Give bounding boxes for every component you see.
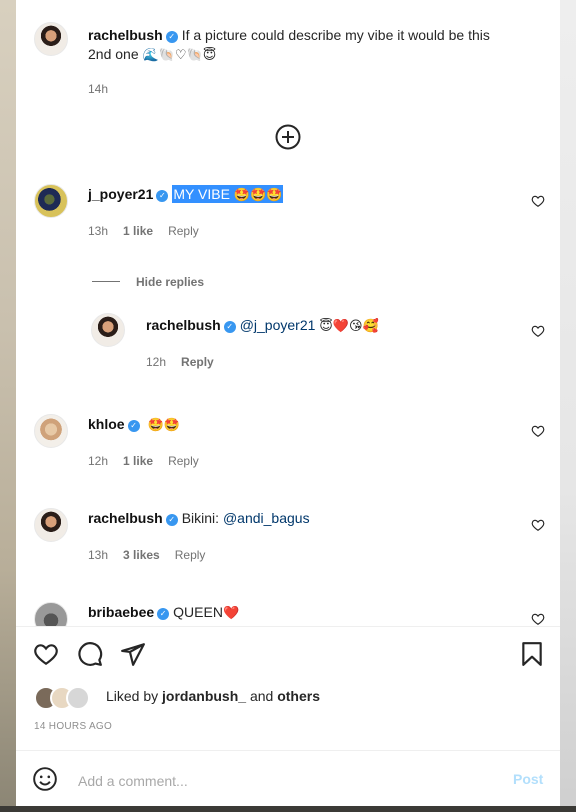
comment-username[interactable]: j_poyer21 xyxy=(88,186,153,202)
post-button[interactable]: Post xyxy=(513,771,543,787)
liker-avatar[interactable] xyxy=(66,686,90,710)
verified-badge-icon: ✓ xyxy=(165,514,178,526)
comment-meta: 12h 1 like Reply xyxy=(88,454,199,468)
comment-emojis: ❤️ xyxy=(222,606,240,621)
comment-username[interactable]: bribaebee xyxy=(88,604,154,620)
reply-emojis: 😇❤️😘🥰 xyxy=(319,319,379,334)
hide-replies-button[interactable]: Hide replies xyxy=(136,275,219,289)
comment-like-heart-icon[interactable] xyxy=(531,518,545,532)
reply-button[interactable]: Reply xyxy=(168,224,199,238)
caption: rachelbush ✓ If a picture could describe m… xyxy=(88,26,548,65)
verified-badge-icon: ✓ xyxy=(223,321,236,333)
emoji-icon[interactable] xyxy=(32,766,58,792)
heart-icon[interactable] xyxy=(33,641,59,667)
comment-text: MY VIBE 🤩🤩🤩 xyxy=(172,185,284,203)
background-left xyxy=(0,0,16,812)
avatar[interactable] xyxy=(34,508,68,542)
liked-by-others[interactable]: others xyxy=(277,688,320,704)
comment-text-row: bribaebee ✓ QUEEN❤️ xyxy=(88,603,239,623)
verified-badge-icon: ✓ xyxy=(127,420,140,432)
comment-like-heart-icon[interactable] xyxy=(531,612,545,626)
comment-icon[interactable] xyxy=(77,641,103,667)
comment-likes[interactable]: 1 like xyxy=(123,454,153,468)
send-icon[interactable] xyxy=(120,641,146,667)
comment-username[interactable]: rachelbush xyxy=(88,510,163,526)
comment-likes[interactable]: 1 like xyxy=(123,224,153,238)
comment-text-row: khloe ✓ 🤩🤩 xyxy=(88,415,180,435)
divider xyxy=(16,750,560,751)
liked-by-user[interactable]: jordanbush_ xyxy=(162,688,246,704)
background-bottom xyxy=(0,806,576,812)
bookmark-icon[interactable] xyxy=(519,641,545,667)
comments-scroll[interactable]: rachelbush ✓ If a picture could describe m… xyxy=(16,0,560,626)
verified-badge-icon: ✓ xyxy=(165,31,178,43)
caption-text-2: 2nd one xyxy=(88,46,139,62)
comment-like-heart-icon[interactable] xyxy=(531,194,545,208)
comment-emojis: 🤩🤩 xyxy=(147,418,180,433)
comment-meta: 13h 1 like Reply xyxy=(88,224,199,238)
avatar[interactable] xyxy=(34,22,68,56)
hide-replies-divider xyxy=(92,281,120,282)
reply-button[interactable]: Reply xyxy=(175,548,206,562)
post-time: 14 HOURS AGO xyxy=(34,721,113,732)
verified-badge-icon: ✓ xyxy=(157,608,170,620)
caption-time: 14h xyxy=(88,82,109,96)
reply-meta: 12h Reply xyxy=(146,355,214,369)
verified-badge-icon: ✓ xyxy=(156,190,169,202)
comment-text: QUEEN xyxy=(173,604,223,620)
reply-button[interactable]: Reply xyxy=(181,355,214,369)
comment-likes[interactable]: 3 likes xyxy=(123,548,160,562)
avatar[interactable] xyxy=(34,414,68,448)
comment-mention[interactable]: @andi_bagus xyxy=(223,510,310,526)
divider xyxy=(16,626,560,627)
comment-text: Bikini: xyxy=(181,510,220,526)
liked-by-text: Liked by jordanbush_ and others xyxy=(106,688,320,704)
avatar[interactable] xyxy=(34,184,68,218)
reply-button[interactable]: Reply xyxy=(168,454,199,468)
reply-username[interactable]: rachelbush xyxy=(146,317,221,333)
comment-username[interactable]: khloe xyxy=(88,416,125,432)
caption-emojis: 🌊🐚♡🐚😇 xyxy=(142,48,217,63)
load-more-comments-icon[interactable] xyxy=(275,124,301,150)
comment-like-heart-icon[interactable] xyxy=(531,324,545,338)
comment-text-row: rachelbush ✓ Bikini: @andi_bagus xyxy=(88,509,310,528)
avatar[interactable] xyxy=(91,313,125,347)
reply-text-row: rachelbush ✓ @j_poyer21 😇❤️😘🥰 xyxy=(146,316,379,336)
reply-mention[interactable]: @j_poyer21 xyxy=(240,317,316,333)
comment-meta: 13h 3 likes Reply xyxy=(88,548,206,562)
caption-username[interactable]: rachelbush xyxy=(88,27,163,43)
background-right xyxy=(560,0,576,812)
comment-like-heart-icon[interactable] xyxy=(531,424,545,438)
comment-input[interactable] xyxy=(76,770,480,792)
post-comments-panel: rachelbush ✓ If a picture could describe m… xyxy=(16,0,560,806)
caption-text: If a picture could describe my vibe it w… xyxy=(181,27,490,43)
avatar[interactable] xyxy=(34,602,68,626)
comment-text-row: j_poyer21 ✓ MY VIBE 🤩🤩🤩 xyxy=(88,185,284,205)
